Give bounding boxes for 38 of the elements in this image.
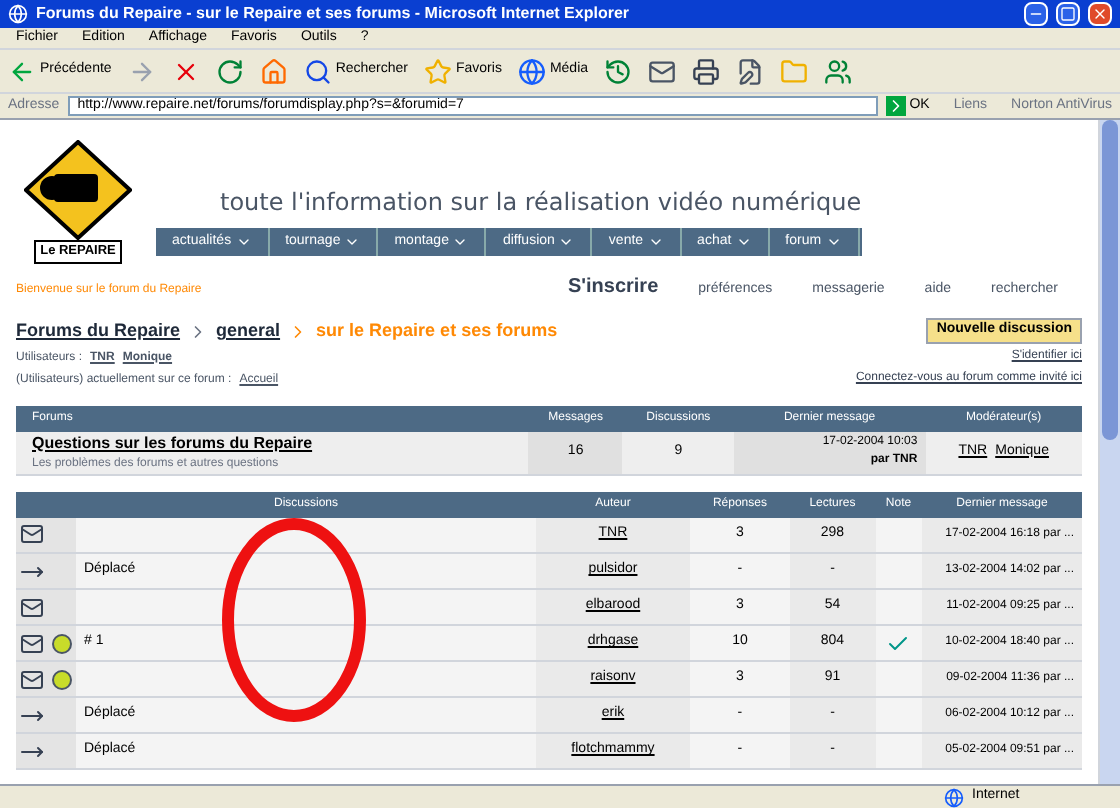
- minimize-button[interactable]: [1024, 2, 1048, 26]
- mail-icon: [648, 57, 677, 85]
- envelope-icon: [20, 631, 44, 655]
- history-icon: [604, 57, 633, 85]
- toolbar-button[interactable]: [604, 57, 633, 85]
- breadcrumb-link[interactable]: Forums du Repaire: [16, 318, 181, 345]
- toolbar-button[interactable]: [215, 57, 244, 85]
- maximize-icon: [1060, 6, 1076, 22]
- close-icon: [1092, 6, 1108, 22]
- tagline: toute l'information sur la réalisation vidéo numérique: [220, 185, 862, 219]
- search-icon: [303, 57, 332, 85]
- toolbar-button[interactable]: [692, 57, 721, 85]
- folder-icon: [780, 57, 809, 85]
- breadcrumb-current: sur le Repaire et ses forums: [316, 318, 558, 344]
- close-button[interactable]: [1088, 2, 1112, 26]
- forward-icon: [127, 57, 156, 85]
- edit-icon: [736, 57, 765, 85]
- messenger-icon: [824, 57, 853, 85]
- toolbar-button[interactable]: [736, 57, 765, 85]
- envelope-icon: [20, 667, 44, 691]
- maximize-button[interactable]: [1056, 2, 1080, 26]
- window-title: Forums du Repaire - sur le Repaire et ses forums - Microsoft Internet Explorer: [36, 2, 632, 26]
- home-icon: [259, 57, 288, 85]
- media-icon: [517, 57, 546, 85]
- favorites-icon: [424, 57, 452, 85]
- envelope-icon: [20, 522, 44, 547]
- site-link[interactable]: S'inscrire: [567, 272, 659, 302]
- toolbar-button[interactable]: [648, 57, 677, 85]
- back-icon: [8, 57, 36, 85]
- scrollbar[interactable]: [1098, 120, 1120, 784]
- browser-icon: [8, 4, 28, 24]
- forum-link[interactable]: Questions sur les forums du Repaire: [32, 431, 529, 455]
- breadcrumb-link[interactable]: general: [216, 318, 281, 345]
- toolbar-button[interactable]: [824, 57, 853, 85]
- envelope-icon: [20, 595, 44, 619]
- print-icon: [692, 57, 721, 85]
- globe-icon: [944, 787, 964, 807]
- refresh-icon: [215, 57, 244, 85]
